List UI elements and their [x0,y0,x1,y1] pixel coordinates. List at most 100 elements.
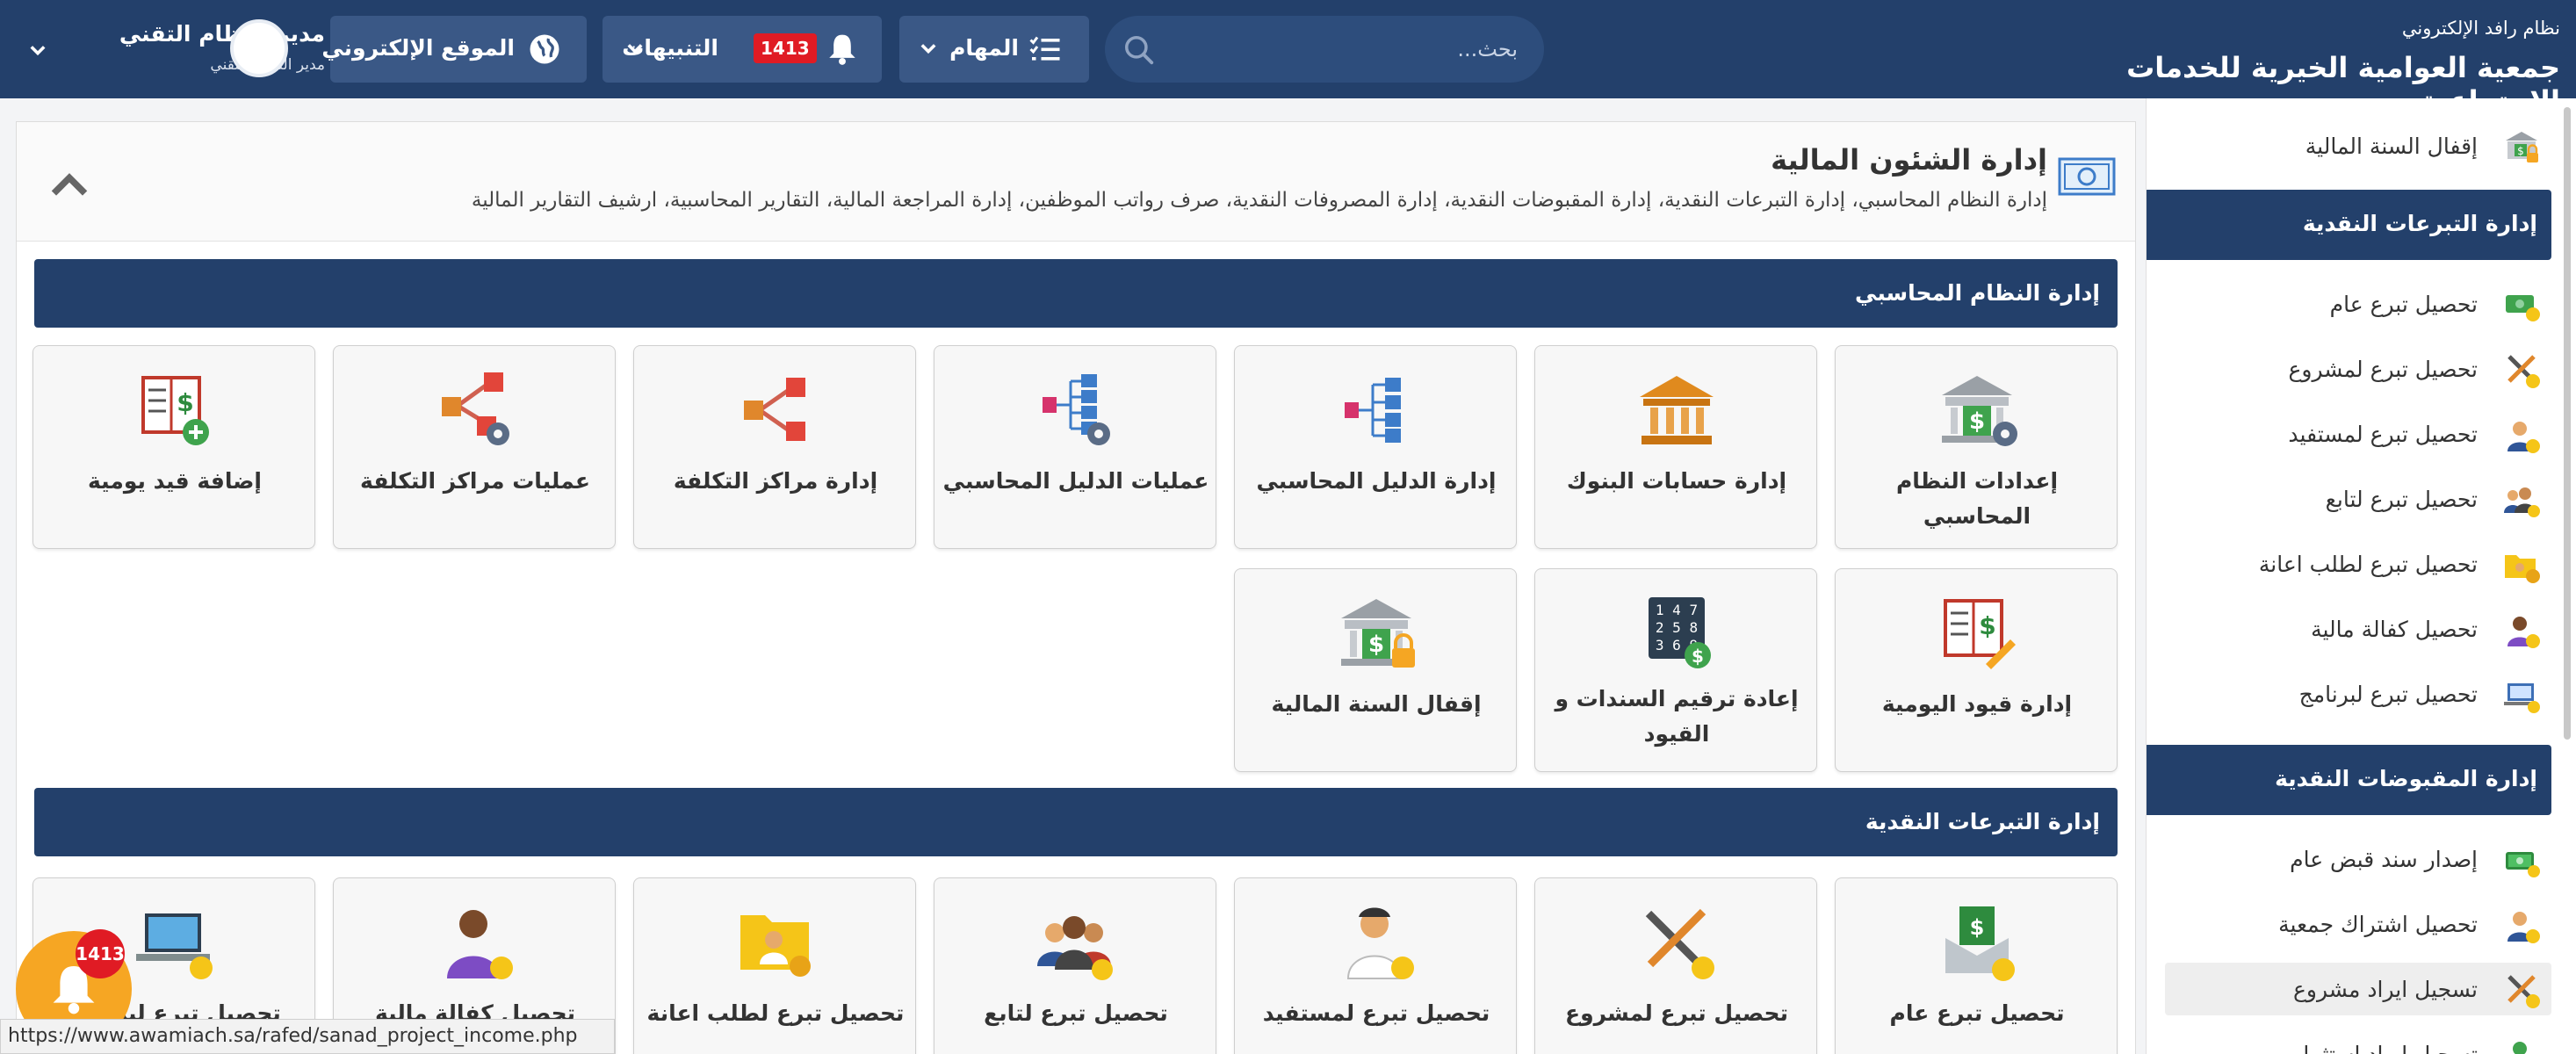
sidebar-item-program-donation[interactable]: تحصيل تبرع لبرنامج [2165,668,2551,720]
tile-journal-entries[interactable]: $ إدارة قيود اليومية [1835,568,2118,772]
sidebar-item-label: تحصيل تبرع لتابع [2325,487,2478,512]
tile-label: تحصيل تبرع لمستفيد [1262,1000,1490,1026]
tile-label: إعدادات النظام المحاسبي [1895,468,2059,529]
website-button[interactable]: الموقع الإلكتروني [321,16,587,83]
tile-label: تحصيل تبرع لطلب اعانة [646,1000,905,1026]
bank-lock-icon: $ [1341,599,1415,668]
sidebar-item-project-donation[interactable]: تحصيل تبرع لمشروع [2165,343,2551,395]
tile-aid-request-donation[interactable]: تحصيل تبرع لطلب اعانة [633,877,916,1054]
search-icon[interactable] [1122,33,1156,67]
tile-bank-accounts[interactable]: إدارة حسابات البنوك [1534,345,1817,549]
sidebar-item-label: تحصيل تبرع عام [2329,292,2478,317]
sidebar-item-aid-request-donation[interactable]: تحصيل تبرع لطلب اعانة [2165,538,2551,590]
section-cash-donations: إدارة التبرعات النقدية [34,788,2118,856]
money-stack-icon [2506,852,2540,877]
sidebar-section-cash-receipts[interactable]: إدارة المقبوضات النقدية [2147,745,2551,815]
share-icon [744,378,805,441]
tile-label: إضافة قيد يومية [88,468,262,494]
sidebar-item-label: إقفال السنة المالية [2305,134,2478,159]
chevron-up-icon[interactable] [50,164,89,203]
section-title: إدارة النظام المحاسبي [1855,280,2100,306]
ledger-add-icon: $ [141,376,209,445]
person-coin-icon [2507,617,2540,648]
alerts-count-badge: 1413 [754,33,817,63]
system-name: نظام رافد الإلكتروني [2401,18,2560,39]
sidebar-item-label: تحصيل تبرع لمستفيد [2288,422,2478,447]
tasks-icon [1029,36,1060,61]
tile-label: عمليات مراكز التكلفة [360,468,590,494]
sidebar-item-beneficiary-donation[interactable]: تحصيل تبرع لمستفيد [2165,408,2551,460]
tasks-label: المهام [949,35,1019,61]
sidebar-item-general-donation[interactable]: تحصيل تبرع عام [2165,278,2551,330]
top-bar: نظام رافد الإلكتروني جمعية العوامية الخي… [0,0,2576,118]
tile-label: تحصيل تبرع عام [1889,1000,2065,1026]
money-hand-icon: $ [1945,906,2015,981]
avatar[interactable] [230,19,288,77]
tile-general-donation[interactable]: $ تحصيل تبرع عام [1835,877,2118,1054]
sidebar-item-label: تحصيل تبرع لمشروع [2288,357,2478,382]
sidebar-scrollbar[interactable] [2564,107,2571,740]
tile-close-fiscal-year[interactable]: $ إقفال السنة المالية [1234,568,1517,772]
tile-label: إقفال السنة المالية [1271,691,1482,717]
tile-accounting-settings[interactable]: $ إعدادات النظام المحاسبي [1835,345,2118,549]
tile-label: إدارة حسابات البنوك [1566,468,1787,494]
sidebar-item-project-income[interactable]: تسجيل ايراد مشروع [2165,963,2551,1015]
bell-icon [829,34,855,65]
sidebar-item-membership-fee[interactable]: تحصيل اشتراك جمعية [2165,898,2551,950]
tile-beneficiary-donation[interactable]: تحصيل تبرع لمستفيد [1234,877,1517,1054]
svg-text:$: $ [1692,646,1704,667]
tile-dependent-donation[interactable]: تحصيل تبرع لتابع [934,877,1216,1054]
sidebar-item-sponsorship[interactable]: تحصيل كفالة مالية [2165,603,2551,655]
tree-gear-icon [1043,374,1110,445]
tasks-button[interactable]: المهام [899,16,1089,83]
tile-project-donation[interactable]: تحصيل تبرع لمشروع [1534,877,1817,1054]
tile-renumber-vouchers[interactable]: 1 4 7 2 5 8 3 6 9 $ إعادة ترقيم السندات … [1534,568,1817,772]
tile-label: إدارة قيود اليومية [1881,691,2073,717]
tile-label: عمليات الدليل المحاسبي [942,468,1209,494]
tile-label: تحصيل تبرع لمشروع [1565,1000,1788,1026]
sidebar-section-cash-donations[interactable]: إدارة التبرعات النقدية [2147,190,2551,260]
user-name: مدير النظام التقني [119,21,325,47]
chevron-down-icon[interactable] [30,44,46,56]
tile-cost-centers-operations[interactable]: عمليات مراكز التكلفة [333,345,616,549]
tile-label: إعادة ترقيم السندات و القيود [1555,686,1799,747]
sidebar-item-general-receipt[interactable]: إصدار سند قبض عام [2165,833,2551,885]
person-icon [2507,422,2540,453]
person-icon [1346,907,1414,979]
search-box[interactable] [1105,16,1544,83]
person-icon [2513,1042,2527,1054]
tile-chart-of-accounts-operations[interactable]: عمليات الدليل المحاسبي [934,345,1216,549]
chevron-down-icon [920,44,936,54]
share-gear-icon [442,372,509,445]
tools-icon [2507,355,2540,388]
finance-panel: إدارة الشئون المالية إدارة النظام المحاس… [16,121,2136,1054]
sidebar-section-title: إدارة المقبوضات النقدية [2275,766,2537,791]
tile-chart-of-accounts[interactable]: إدارة الدليل المحاسبي [1234,345,1517,549]
section-title: إدارة التبرعات النقدية [1865,809,2100,834]
svg-text:$: $ [2517,145,2524,157]
folder-icon [2505,555,2540,583]
laptop-icon [136,913,213,979]
panel-subtitle: إدارة النظام المحاسبي، إدارة التبرعات ال… [471,189,2047,212]
svg-text:$: $ [1979,611,1995,640]
sidebar-item-close-fiscal-year[interactable]: $ إقفال السنة المالية [2165,119,2551,172]
folder-icon [740,915,811,977]
svg-text:$: $ [1969,408,1985,435]
tools-icon [2507,975,2540,1008]
svg-text:$: $ [177,388,193,417]
alerts-button[interactable]: 1413 التنبيهات [603,16,882,83]
tile-label: إدارة مراكز التكلفة [673,468,878,494]
sidebar: $ إقفال السنة المالية إدارة التبرعات الن… [2146,98,2576,1054]
sidebar-item-label: تحصيل تبرع لطلب اعانة [2258,552,2478,577]
tile-cost-centers[interactable]: إدارة مراكز التكلفة [633,345,916,549]
tree-icon [1345,378,1401,443]
money-icon [2506,295,2540,321]
person-icon [2507,912,2540,943]
search-input[interactable] [1166,16,1518,83]
sidebar-item-investment-income[interactable]: تسجيل ايراد استثمار [2165,1028,2551,1054]
website-label: الموقع الإلكتروني [321,35,515,61]
tile-add-journal-entry[interactable]: $ إضافة قيد يومية [32,345,315,549]
tile-label: تحصيل تبرع لتابع [984,1000,1168,1026]
sidebar-item-dependent-donation[interactable]: تحصيل تبرع لتابع [2165,473,2551,525]
group-icon [1037,916,1113,980]
